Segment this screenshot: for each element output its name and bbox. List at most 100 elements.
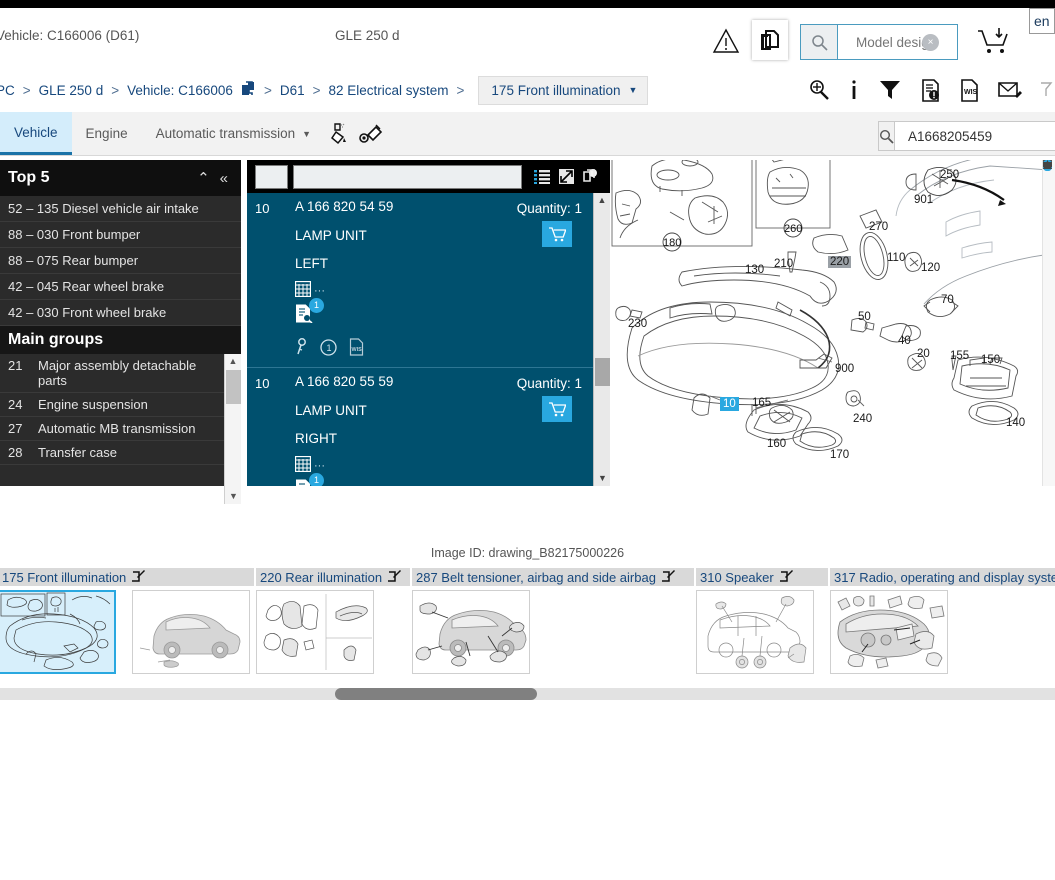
part-number-search[interactable]	[878, 121, 1055, 151]
thumbnail-caption-175[interactable]: 175 Front illumination	[0, 568, 254, 586]
main-group-item-21[interactable]: 21 Major assembly detachable parts	[0, 354, 241, 393]
breadcrumb-item-4[interactable]: 82 Electrical system	[328, 83, 448, 98]
zoom-in-icon[interactable]	[1043, 160, 1055, 224]
shopping-cart-icon[interactable]	[975, 26, 1011, 58]
thumbnail-caption-317[interactable]: 317 Radio, operating and display system	[830, 568, 1055, 586]
thumbnail-horizontal-scrollbar[interactable]	[0, 688, 1055, 700]
wis-document-icon[interactable]: WIS	[349, 338, 364, 359]
diagram-callout-40[interactable]: 40	[898, 335, 911, 347]
top5-item-4[interactable]: 42 – 030 Front wheel brake	[0, 300, 241, 326]
scroll-down-arrow-icon[interactable]: ▼	[225, 489, 242, 504]
add-to-cart-button[interactable]	[542, 396, 572, 422]
model-design-search[interactable]: ×	[800, 24, 958, 60]
diagram-callout-140[interactable]: 140	[1006, 417, 1025, 429]
tab-automatic-transmission[interactable]: Automatic transmission ▼	[142, 112, 325, 155]
main-group-item-28[interactable]: 28 Transfer case	[0, 441, 241, 465]
key-icon[interactable]	[295, 338, 308, 359]
parts-diagram-viewer[interactable]: 180 260 250 901 270 220 110 120 210 130 230 70 50 4…	[610, 160, 1055, 486]
diagram-callout-250[interactable]: 250	[940, 169, 959, 181]
diagram-callout-170[interactable]: 170	[830, 449, 849, 461]
scroll-down-arrow-icon[interactable]: ▼	[594, 471, 611, 486]
diagram-callout-150[interactable]: 150	[981, 354, 1000, 366]
scroll-thumb[interactable]	[595, 358, 610, 386]
language-indicator[interactable]: en	[1029, 8, 1055, 34]
pin-icon[interactable]	[1043, 160, 1055, 308]
diagram-callout-160[interactable]: 160	[767, 438, 786, 450]
breadcrumb-current-dropdown[interactable]: 175 Front illumination ▼	[478, 75, 649, 105]
breadcrumb-item-1[interactable]: GLE 250 d	[39, 83, 104, 98]
part-number-input[interactable]	[895, 122, 1055, 150]
thumbnail-item[interactable]	[132, 590, 250, 674]
diagram-callout-20[interactable]: 20	[917, 348, 930, 360]
fastener-bolt-icon[interactable]	[355, 112, 385, 155]
thumbnail-caption-287[interactable]: 287 Belt tensioner, airbag and side airb…	[412, 568, 694, 586]
collapse-left-icon[interactable]: «	[215, 170, 233, 187]
diagram-callout-130[interactable]: 130	[745, 264, 764, 276]
table-grid-icon[interactable]	[294, 455, 312, 475]
diagram-callout-120[interactable]: 120	[921, 262, 940, 274]
search-icon[interactable]	[801, 25, 838, 59]
filter-icon[interactable]	[878, 79, 902, 101]
tab-engine[interactable]: Engine	[72, 112, 142, 155]
diagram-callout-900[interactable]: 900	[835, 363, 854, 375]
thumbnail-caption-310[interactable]: 310 Speaker	[696, 568, 828, 586]
parts-select-all-box[interactable]	[255, 164, 288, 189]
print-icon[interactable]	[1043, 162, 1055, 284]
tab-vehicle[interactable]: Vehicle	[0, 112, 72, 155]
diagram-callout-50[interactable]: 50	[858, 311, 871, 323]
expand-icon[interactable]	[554, 169, 578, 184]
table-grid-icon[interactable]	[294, 280, 312, 300]
parts-filter-input[interactable]	[293, 164, 522, 189]
scroll-up-arrow-icon[interactable]: ▲	[594, 193, 610, 208]
copy-documents-button[interactable]	[752, 20, 788, 60]
diagram-callout-110[interactable]: 110	[887, 252, 905, 264]
thumbnail-item[interactable]	[830, 590, 948, 674]
edit-icon[interactable]	[659, 569, 675, 585]
breadcrumb-item-0[interactable]: PC	[0, 83, 15, 98]
info-icon[interactable]	[849, 79, 859, 101]
part-row[interactable]: 10 A 166 820 55 59 LAMP UNIT RIGHT Quant…	[247, 368, 610, 486]
top5-item-0[interactable]: 52 – 135 Diesel vehicle air intake	[0, 196, 241, 222]
diagram-callout-901[interactable]: 901	[914, 194, 933, 206]
paint-color-icon[interactable]	[325, 112, 355, 155]
breadcrumb-item-3[interactable]: D61	[280, 83, 305, 98]
top5-item-2[interactable]: 88 – 075 Rear bumper	[0, 248, 241, 274]
thumbnail-caption-220[interactable]: 220 Rear illumination	[256, 568, 410, 586]
zoom-in-icon[interactable]	[808, 79, 830, 101]
thumbnail-item[interactable]	[412, 590, 530, 674]
top5-item-1[interactable]: 88 – 030 Front bumper	[0, 222, 241, 248]
edit-icon[interactable]	[129, 569, 146, 585]
top5-item-3[interactable]: 42 – 045 Rear wheel brake	[0, 274, 241, 300]
collapse-up-icon[interactable]: ⌃	[192, 169, 215, 187]
zoom-out-icon[interactable]	[1043, 160, 1055, 246]
search-icon[interactable]	[879, 122, 895, 150]
edit-icon[interactable]	[776, 569, 793, 585]
vehicle-copy-icon[interactable]	[241, 81, 256, 99]
clear-search-icon[interactable]: ×	[922, 34, 939, 51]
thumbnail-item[interactable]	[256, 590, 374, 674]
funnel-partial-icon[interactable]	[1041, 79, 1053, 101]
sidebar-scrollbar[interactable]: ▲ ▼	[224, 354, 241, 504]
add-to-cart-button[interactable]	[542, 221, 572, 247]
thumbnail-item[interactable]	[696, 590, 814, 674]
diagram-callout-165[interactable]: 165	[752, 397, 771, 409]
diagram-callout-220[interactable]: 220	[828, 256, 852, 268]
wis-document-icon[interactable]: WIS	[960, 78, 979, 102]
diagram-callout-240[interactable]: 240	[853, 413, 872, 425]
breadcrumb-item-2[interactable]: Vehicle: C166006	[127, 83, 233, 98]
edit-icon[interactable]	[385, 569, 402, 585]
list-view-icon[interactable]	[530, 169, 554, 184]
scroll-thumb[interactable]	[335, 688, 537, 700]
main-group-item-27[interactable]: 27 Automatic MB transmission	[0, 417, 241, 441]
part-row[interactable]: 10 A 166 820 54 59 LAMP UNIT LEFT Quanti…	[247, 193, 610, 368]
diagram-callout-155[interactable]: 155	[950, 350, 969, 362]
document-alert-icon[interactable]	[921, 78, 941, 102]
copy-icon[interactable]	[578, 169, 602, 184]
scroll-up-arrow-icon[interactable]: ▲	[225, 354, 241, 369]
circled-number-icon[interactable]: 1	[320, 338, 337, 359]
parts-list-scrollbar[interactable]: ▲ ▼	[593, 193, 610, 486]
main-group-item-24[interactable]: 24 Engine suspension	[0, 393, 241, 417]
document-search-icon[interactable]	[295, 304, 313, 326]
diagram-callout-270[interactable]: 270	[869, 221, 888, 233]
mail-edit-icon[interactable]	[998, 80, 1022, 100]
